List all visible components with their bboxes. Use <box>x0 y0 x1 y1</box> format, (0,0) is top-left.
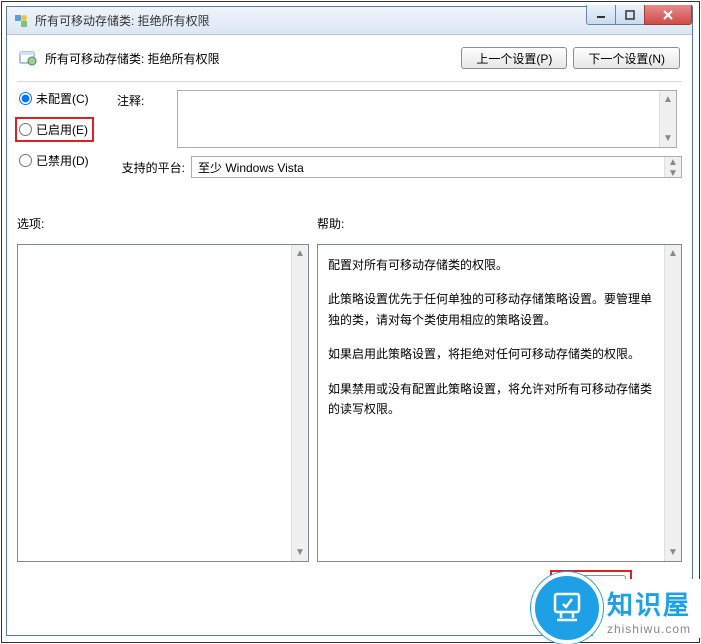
policy-subtitle: 所有可移动存储类: 拒绝所有权限 <box>45 50 220 67</box>
comment-textarea[interactable]: ▲ ▼ <box>177 90 677 148</box>
watermark-name: 知识屋 <box>607 585 691 622</box>
next-setting-button[interactable]: 下一个设置(N) <box>573 47 680 69</box>
radio-disabled[interactable]: 已禁用(D) <box>19 152 117 169</box>
divider <box>17 81 682 82</box>
options-panel: ▲ ▼ <box>17 244 309 562</box>
minimize-button[interactable] <box>586 5 616 25</box>
policy-icon <box>19 49 37 67</box>
scroll-down-icon[interactable]: ▼ <box>665 168 681 179</box>
scroll-down-icon[interactable]: ▼ <box>292 544 308 561</box>
radio-not-configured-input[interactable] <box>19 92 32 105</box>
scrollbar[interactable]: ▲ ▼ <box>291 245 308 561</box>
watermark-domain: zhishiwu.com <box>607 622 691 636</box>
radio-enabled[interactable]: 已启用(E) <box>19 121 88 138</box>
watermark-icon <box>531 572 603 644</box>
radio-label: 未配置(C) <box>36 90 89 107</box>
dialog-window: 所有可移动存储类: 拒绝所有权限 所有可移动存储类: 拒绝所有权限 上一个设置(… <box>6 6 693 636</box>
scroll-down-icon[interactable]: ▼ <box>665 544 681 561</box>
scroll-up-icon[interactable]: ▲ <box>665 157 681 168</box>
scroll-down-icon[interactable]: ▼ <box>660 130 676 147</box>
supported-platforms-value: 至少 Windows Vista <box>198 159 304 176</box>
prev-setting-button[interactable]: 上一个设置(P) <box>461 47 567 69</box>
window-title: 所有可移动存储类: 拒绝所有权限 <box>35 12 210 29</box>
options-label: 选项: <box>17 215 317 232</box>
scroll-up-icon[interactable]: ▲ <box>665 245 681 262</box>
supported-platforms-label: 支持的平台: <box>117 159 191 176</box>
maximize-button[interactable] <box>615 5 645 25</box>
help-content: 配置对所有可移动存储类的权限。 此策略设置优先于任何单独的可移动存储策略设置。要… <box>318 245 681 443</box>
radio-enabled-input[interactable] <box>19 123 32 136</box>
radio-label: 已启用(E) <box>36 121 88 138</box>
radio-disabled-input[interactable] <box>19 154 32 167</box>
radio-label: 已禁用(D) <box>36 152 89 169</box>
watermark: 知识屋 zhishiwu.com <box>531 572 701 644</box>
radio-not-configured[interactable]: 未配置(C) <box>19 90 117 107</box>
app-icon <box>13 13 29 29</box>
titlebar[interactable]: 所有可移动存储类: 拒绝所有权限 <box>7 7 692 35</box>
scroll-up-icon[interactable]: ▲ <box>660 91 676 108</box>
help-paragraph: 如果启用此策略设置，将拒绝对任何可移动存储类的权限。 <box>328 344 657 364</box>
comment-label: 注释: <box>117 90 177 148</box>
close-button[interactable] <box>644 5 692 25</box>
help-paragraph: 配置对所有可移动存储类的权限。 <box>328 255 657 275</box>
help-paragraph: 如果禁用或没有配置此策略设置，将允许对所有可移动存储类的读写权限。 <box>328 379 657 420</box>
supported-platforms-field: 至少 Windows Vista ▲ ▼ <box>191 156 682 178</box>
scrollbar[interactable]: ▲ ▼ <box>664 157 681 177</box>
help-label: 帮助: <box>317 215 344 232</box>
scroll-up-icon[interactable]: ▲ <box>292 245 308 262</box>
scrollbar[interactable]: ▲ ▼ <box>664 245 681 561</box>
scrollbar[interactable]: ▲ ▼ <box>659 91 676 147</box>
highlight-enabled: 已启用(E) <box>15 117 94 142</box>
help-paragraph: 此策略设置优先于任何单独的可移动存储策略设置。要管理单独的类，请对每个类使用相应… <box>328 289 657 330</box>
help-panel: 配置对所有可移动存储类的权限。 此策略设置优先于任何单独的可移动存储策略设置。要… <box>317 244 682 562</box>
